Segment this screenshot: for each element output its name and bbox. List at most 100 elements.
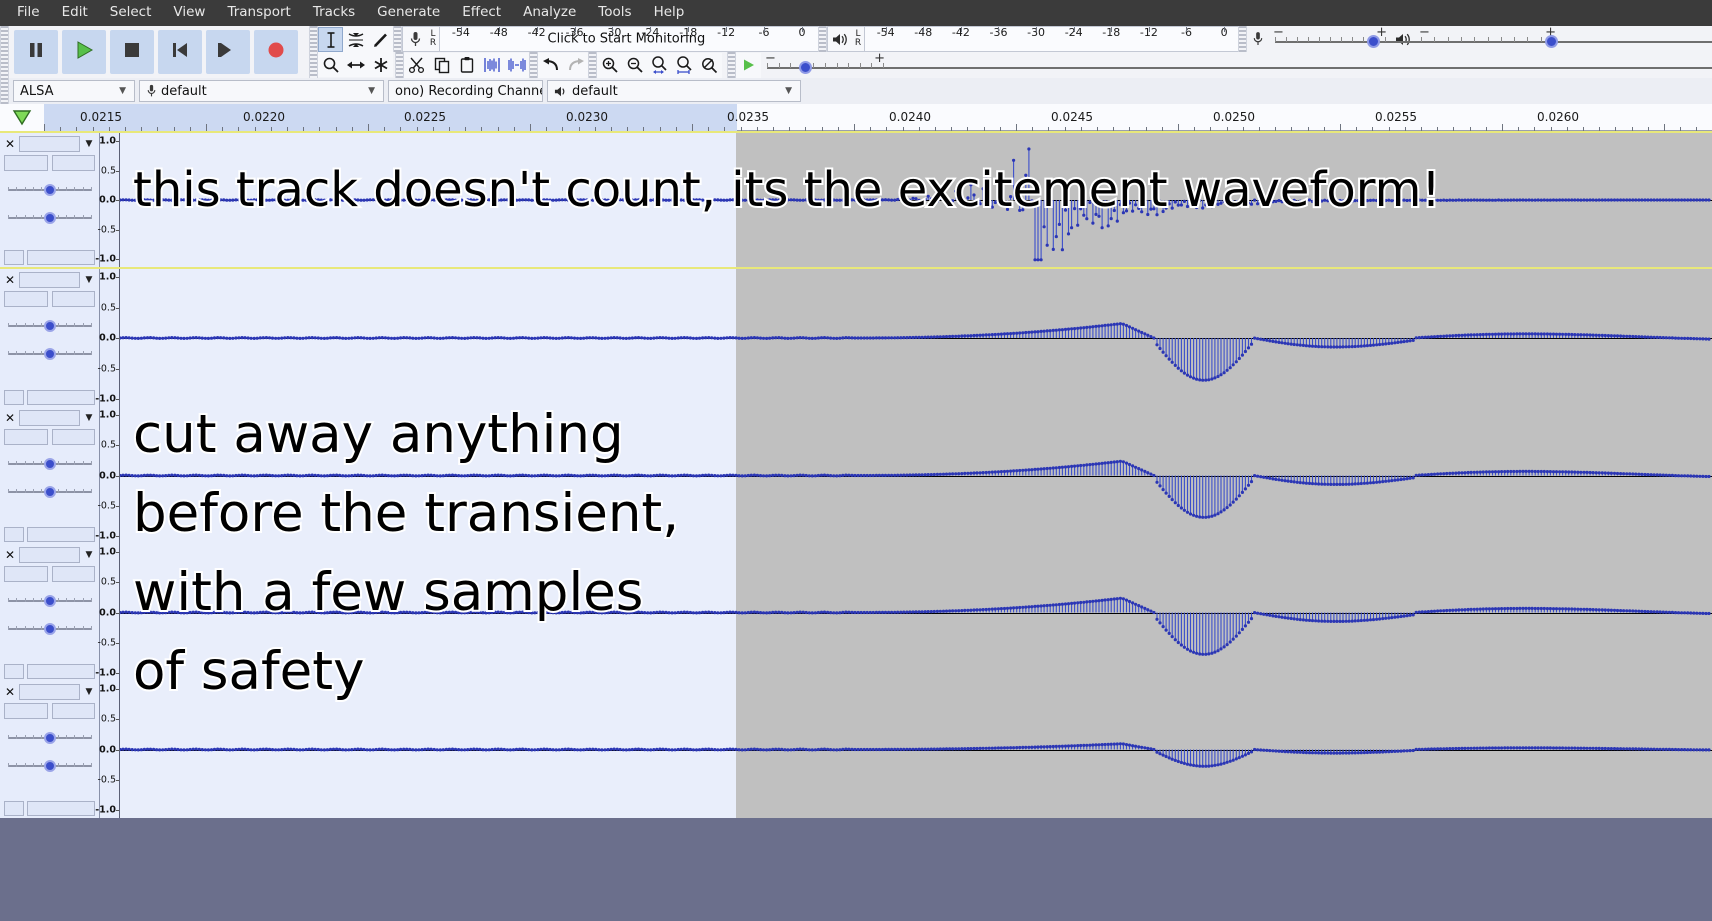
zoom-out-button[interactable] bbox=[622, 52, 647, 78]
play-speed-slider[interactable]: − + bbox=[761, 52, 1712, 78]
close-icon[interactable]: ✕ bbox=[4, 137, 16, 151]
track-name-field[interactable] bbox=[19, 684, 80, 700]
audio-host-combo[interactable]: ALSA ▼ bbox=[13, 80, 135, 102]
trim-audio-button[interactable] bbox=[479, 52, 504, 78]
mute-button[interactable] bbox=[4, 155, 48, 171]
slider-thumb[interactable] bbox=[43, 760, 56, 772]
solo-button[interactable] bbox=[51, 155, 95, 171]
track-menu-chevron-down-icon[interactable]: ▼ bbox=[83, 413, 95, 423]
slider-thumb[interactable] bbox=[1545, 35, 1558, 48]
slider-thumb[interactable] bbox=[43, 212, 56, 224]
pinned-play-head-button[interactable] bbox=[0, 104, 44, 131]
gain-slider[interactable] bbox=[4, 449, 95, 473]
collapse-track-button[interactable] bbox=[4, 390, 24, 405]
track-1[interactable]: ✕ ▼ 1.0 0.5 0.0 -0.5 -1.0 bbox=[0, 131, 1712, 269]
vertical-ruler[interactable]: 1.0 0.5 0.0 -0.5 -1.0 bbox=[95, 544, 120, 681]
recording-device-combo[interactable]: default ▼ bbox=[139, 80, 384, 102]
select-track-button[interactable] bbox=[27, 801, 95, 816]
copy-button[interactable] bbox=[429, 52, 454, 78]
envelope-tool[interactable] bbox=[343, 27, 368, 52]
track-waveform[interactable] bbox=[120, 544, 1712, 681]
timeline-ruler[interactable]: 0.0215 0.0220 0.0225 0.0230 0.0235 0.0240 0.02… bbox=[0, 104, 1712, 131]
pause-button[interactable] bbox=[14, 30, 58, 74]
track-3[interactable]: ✕ ▼ 1.0 0.5 0.0 -0.5 -1.0 bbox=[0, 407, 1712, 544]
slider-thumb[interactable] bbox=[1367, 35, 1380, 48]
menu-item-file[interactable]: File bbox=[6, 3, 51, 23]
menu-item-analyze[interactable]: Analyze bbox=[512, 3, 587, 23]
recording-volume-slider[interactable]: − + bbox=[1269, 26, 1712, 52]
close-icon[interactable]: ✕ bbox=[4, 411, 16, 425]
fit-project-button[interactable] bbox=[672, 52, 697, 78]
track-name-field[interactable] bbox=[19, 136, 80, 152]
playback-meter-scale[interactable]: -54 -48 -42 -36 -30 -24 -18 -12 -6 0 bbox=[865, 27, 1241, 51]
menu-item-generate[interactable]: Generate bbox=[366, 3, 451, 23]
zoom-toggle-button[interactable] bbox=[697, 52, 722, 78]
collapse-track-button[interactable] bbox=[4, 250, 24, 265]
playback-meter[interactable]: LR -54 -48 -42 -36 -30 -24 -18 -12 -6 0 bbox=[827, 26, 1242, 52]
track-waveform[interactable] bbox=[120, 133, 1712, 267]
solo-button[interactable] bbox=[51, 703, 95, 719]
recording-meter-scale[interactable]: Click to Start Monitoring -54 -48 -42 -36 -3… bbox=[440, 27, 819, 51]
slider-thumb[interactable] bbox=[43, 458, 56, 470]
menu-item-select[interactable]: Select bbox=[99, 3, 163, 23]
mute-button[interactable] bbox=[4, 429, 48, 445]
track-name-field[interactable] bbox=[19, 272, 80, 288]
cut-button[interactable] bbox=[404, 52, 429, 78]
solo-button[interactable] bbox=[51, 291, 95, 307]
vertical-ruler[interactable]: 1.0 0.5 0.0 -0.5 -1.0 bbox=[95, 681, 120, 818]
vertical-ruler[interactable]: 1.0 0.5 0.0 -0.5 -1.0 bbox=[95, 133, 120, 267]
toolbar-grip[interactable] bbox=[0, 26, 9, 78]
track-name-field[interactable] bbox=[19, 547, 80, 563]
toolbar-grip[interactable] bbox=[529, 52, 538, 78]
multi-tool[interactable] bbox=[368, 52, 393, 77]
track-5[interactable]: ✕ ▼ 1.0 0.5 0.0 -0.5 -1.0 bbox=[0, 681, 1712, 818]
vertical-ruler[interactable]: 1.0 0.5 0.0 -0.5 -1.0 bbox=[95, 407, 120, 544]
track-waveform[interactable] bbox=[120, 681, 1712, 818]
slider-thumb[interactable] bbox=[43, 623, 56, 635]
select-track-button[interactable] bbox=[27, 390, 95, 405]
play-button[interactable] bbox=[62, 30, 106, 74]
pan-slider[interactable] bbox=[4, 614, 95, 638]
solo-button[interactable] bbox=[51, 566, 95, 582]
pan-slider[interactable] bbox=[4, 477, 95, 501]
slider-thumb[interactable] bbox=[43, 486, 56, 498]
menu-item-transport[interactable]: Transport bbox=[216, 3, 301, 23]
timeline-ruler-body[interactable]: 0.0215 0.0220 0.0225 0.0230 0.0235 0.0240 0.02… bbox=[44, 104, 1712, 131]
menu-item-help[interactable]: Help bbox=[643, 3, 696, 23]
recording-meter[interactable]: LR Click to Start Monitoring -54 -48 -42 -3… bbox=[402, 26, 820, 52]
draw-tool[interactable] bbox=[368, 27, 393, 52]
toolbar-grip[interactable] bbox=[818, 26, 827, 52]
toolbar-grip[interactable] bbox=[1238, 26, 1247, 52]
undo-button[interactable] bbox=[538, 52, 563, 78]
silence-audio-button[interactable] bbox=[504, 52, 529, 78]
menu-item-edit[interactable]: Edit bbox=[51, 3, 99, 23]
pan-slider[interactable] bbox=[4, 751, 95, 775]
select-track-button[interactable] bbox=[27, 250, 95, 265]
selection-tool[interactable] bbox=[318, 27, 343, 52]
select-track-button[interactable] bbox=[27, 527, 95, 542]
track-waveform[interactable] bbox=[120, 269, 1712, 407]
toolbar-grip[interactable] bbox=[727, 52, 736, 78]
toolbar-grip[interactable] bbox=[0, 78, 9, 104]
collapse-track-button[interactable] bbox=[4, 801, 24, 816]
slider-thumb[interactable] bbox=[43, 595, 56, 607]
fit-selection-button[interactable] bbox=[647, 52, 672, 78]
close-icon[interactable]: ✕ bbox=[4, 685, 16, 699]
slider-thumb[interactable] bbox=[43, 320, 56, 332]
skip-start-button[interactable] bbox=[158, 30, 202, 74]
track-menu-chevron-down-icon[interactable]: ▼ bbox=[83, 687, 95, 697]
gain-slider[interactable] bbox=[4, 723, 95, 747]
close-icon[interactable]: ✕ bbox=[4, 273, 16, 287]
gain-slider[interactable] bbox=[4, 175, 95, 199]
track-menu-chevron-down-icon[interactable]: ▼ bbox=[83, 550, 95, 560]
track-menu-chevron-down-icon[interactable]: ▼ bbox=[83, 139, 95, 149]
pan-slider[interactable] bbox=[4, 339, 95, 363]
timeshift-tool[interactable] bbox=[343, 52, 368, 77]
toolbar-grip[interactable] bbox=[393, 26, 402, 52]
record-button[interactable] bbox=[254, 30, 298, 74]
zoom-tool[interactable] bbox=[318, 52, 343, 77]
collapse-track-button[interactable] bbox=[4, 664, 24, 679]
track-2[interactable]: ✕ ▼ 1.0 0.5 0.0 -0.5 -1.0 bbox=[0, 269, 1712, 407]
menu-item-tools[interactable]: Tools bbox=[587, 3, 642, 23]
zoom-in-button[interactable] bbox=[597, 52, 622, 78]
